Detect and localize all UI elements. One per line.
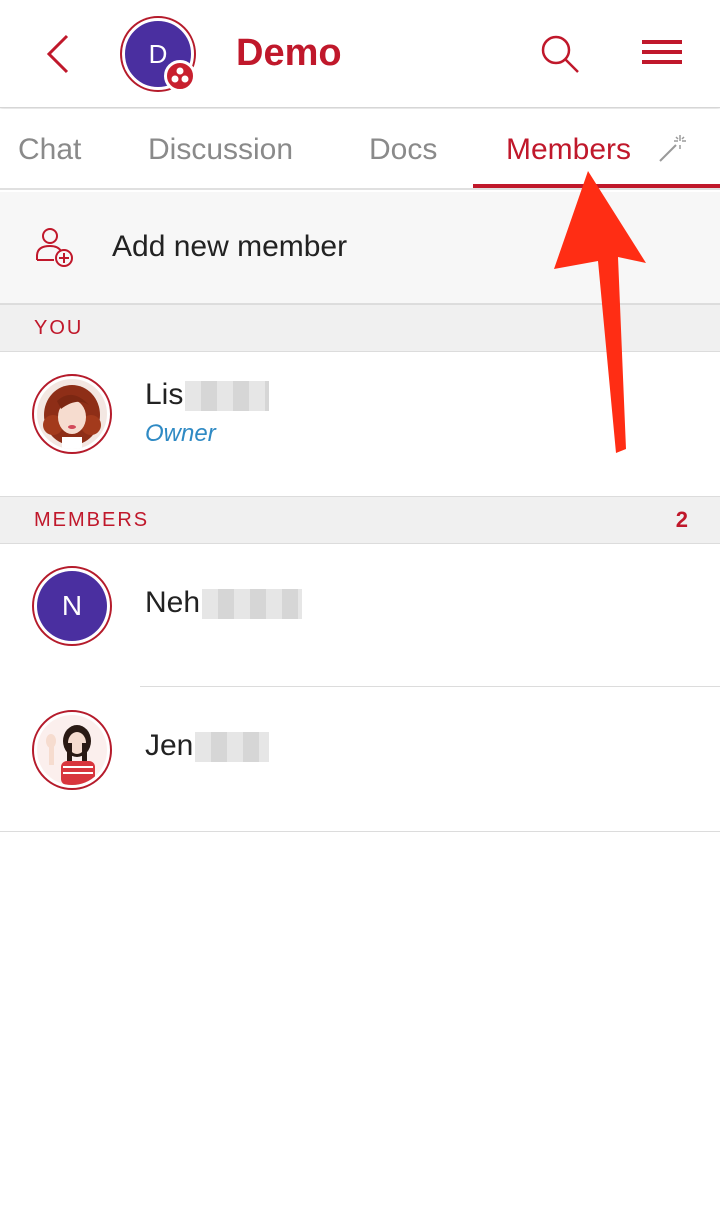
member-name-text: Jen <box>145 729 194 762</box>
group-title[interactable]: Demo <box>236 32 342 75</box>
app-header: D Demo <box>0 0 720 108</box>
name-redaction <box>202 589 303 620</box>
tab-members[interactable]: Members <box>506 133 631 167</box>
search-icon <box>541 35 579 73</box>
tab-discussion[interactable]: Discussion <box>148 133 293 167</box>
member-name: Lis <box>145 378 270 412</box>
magic-wand-icon[interactable] <box>656 133 688 165</box>
group-badge-icon <box>164 60 196 92</box>
menu-button[interactable] <box>638 34 688 74</box>
tab-chat[interactable]: Chat <box>18 133 81 167</box>
section-you-label: YOU <box>34 317 84 339</box>
add-user-icon <box>34 226 78 270</box>
add-member-label: Add new member <box>112 230 348 263</box>
chevron-left-icon <box>46 34 69 74</box>
hamburger-menu-icon <box>642 40 682 64</box>
member-row[interactable]: Jen <box>0 687 720 831</box>
avatar-jen <box>32 710 112 790</box>
avatar-initial: N <box>32 566 112 646</box>
members-count-badge: 2 <box>675 507 688 532</box>
annotation-arrow-icon <box>554 171 646 453</box>
member-name: Neh <box>145 586 303 620</box>
search-button[interactable] <box>536 30 586 80</box>
tab-docs[interactable]: Docs <box>369 133 437 167</box>
member-name: Jen <box>145 729 270 763</box>
member-role: Owner <box>145 420 216 447</box>
group-initial: D <box>148 38 168 69</box>
member-name-text: Neh <box>145 586 201 619</box>
section-members-label: MEMBERS <box>34 509 150 531</box>
name-redaction <box>195 732 270 763</box>
list-end-divider <box>0 831 720 832</box>
name-redaction <box>185 381 270 412</box>
member-row[interactable]: N Neh <box>0 544 720 686</box>
avatar-lis <box>32 374 112 454</box>
back-button[interactable] <box>36 26 80 82</box>
member-name-text: Lis <box>145 378 184 411</box>
avatar-initial-text: N <box>61 590 83 621</box>
section-members-header: MEMBERS 2 <box>0 496 720 544</box>
